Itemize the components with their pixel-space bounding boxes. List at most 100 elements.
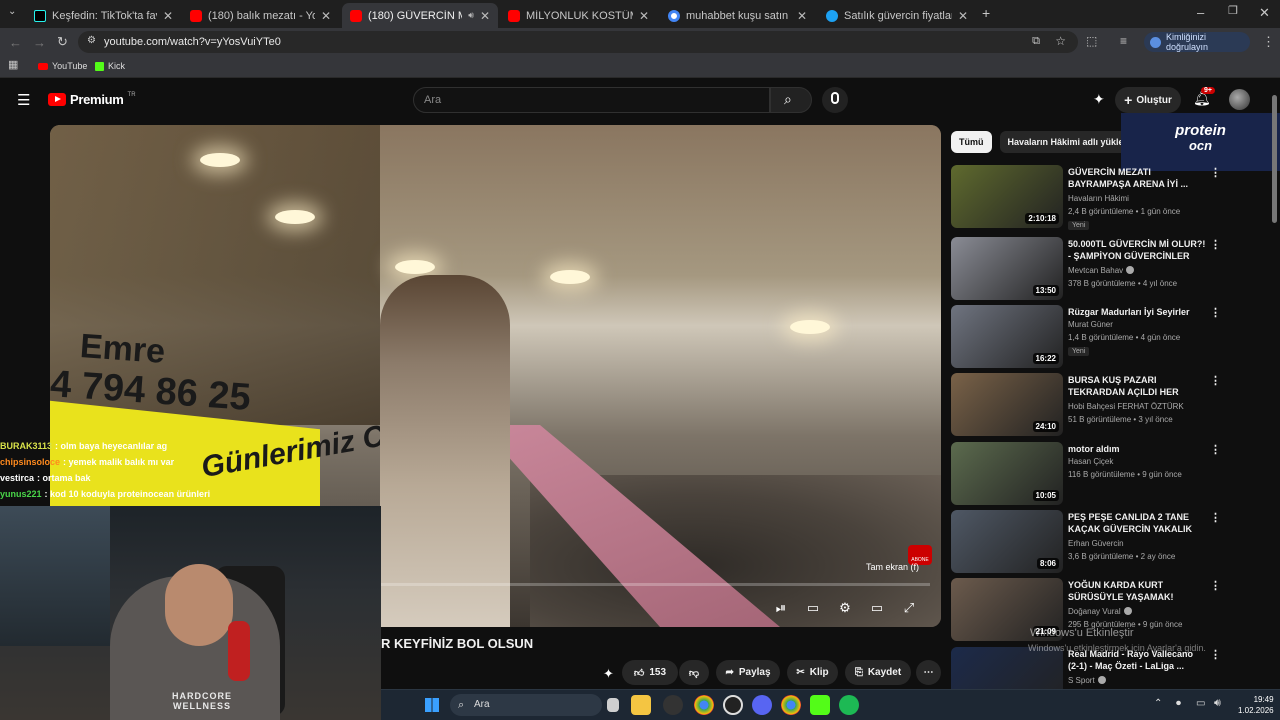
apps-grid-icon[interactable]: ▦ xyxy=(8,60,18,71)
create-button[interactable]: + Oluştur xyxy=(1115,87,1181,113)
cast-icon[interactable]: ⧉ xyxy=(1032,35,1040,48)
spotify-icon[interactable] xyxy=(839,695,859,715)
channel-name[interactable]: Hobi Bahçesi FERHAT ÖZTÜRK xyxy=(1068,402,1184,411)
video-thumbnail[interactable]: 2:10:18 xyxy=(951,165,1063,228)
video-options-icon[interactable]: ⋮ xyxy=(1210,511,1221,524)
browser-tab[interactable]: Keşfedin: TikTok'ta favori videol ✕ xyxy=(26,3,181,28)
address-bar[interactable]: ⚙ youtube.com/watch?v=yYosVuiYTe0 ⧉ ☆ xyxy=(78,31,1078,53)
recommended-video[interactable]: 16:22 Rüzgar Madurları İyi Seyirler Murat … xyxy=(951,305,1231,369)
channel-name[interactable]: Murat Güner xyxy=(1068,320,1113,329)
video-title[interactable]: 50.000TL GÜVERCİN Mİ OLUR?! - ŞAMPİYON G… xyxy=(1068,238,1206,262)
close-tab-icon[interactable]: ✕ xyxy=(639,9,649,23)
browser-tab[interactable]: (180) GÜVERCİN MEZATI BA 🔊︎ ✕ xyxy=(342,3,498,28)
recommended-video[interactable]: 8:06 PEŞ PEŞE CANLIDA 2 TANE KAÇAK GÜVERC… xyxy=(951,510,1231,574)
back-icon[interactable]: ← xyxy=(9,36,22,49)
chip-channel[interactable]: Havaların Hâkimi adlı yükley xyxy=(999,131,1137,153)
close-tab-icon[interactable]: ✕ xyxy=(163,9,173,23)
video-title[interactable]: motor aldım xyxy=(1068,443,1206,455)
close-tab-icon[interactable]: ✕ xyxy=(321,9,331,23)
voice-search-button[interactable] xyxy=(822,87,848,113)
video-title[interactable]: BURSA KUŞ PAZARI TEKRARDAN AÇILDI HER İL… xyxy=(1068,374,1206,398)
autoplay-toggle-icon[interactable]: ⏯ xyxy=(770,599,792,617)
forward-icon[interactable]: → xyxy=(33,36,46,49)
close-tab-icon[interactable]: ✕ xyxy=(797,9,807,23)
premium-gift-icon[interactable]: ✦ xyxy=(1093,91,1105,108)
reload-icon[interactable]: ↻ xyxy=(57,35,68,48)
reading-list-icon[interactable]: ≡ xyxy=(1120,35,1127,47)
video-thumbnail[interactable]: 16:22 xyxy=(951,305,1063,368)
gift-icon[interactable]: ✦ xyxy=(603,666,614,682)
channel-name[interactable]: Mevtcan Bahav xyxy=(1068,266,1135,275)
windows-start-icon[interactable] xyxy=(425,698,439,712)
video-title[interactable]: GÜVERCİN MEZATI BAYRAMPAŞA ARENA İYİ ... xyxy=(1068,166,1206,190)
browser-tab[interactable]: Satılık güvercin fiyatları ve çeşit ✕ xyxy=(818,3,976,28)
video-progress-bar[interactable] xyxy=(380,583,930,586)
video-options-icon[interactable]: ⋮ xyxy=(1210,166,1221,179)
search-button[interactable]: ⌕ xyxy=(770,87,812,113)
settings-gear-icon[interactable]: ⚙ xyxy=(834,599,856,617)
chrome-icon[interactable] xyxy=(694,695,714,715)
clip-button[interactable]: ✂ Klip xyxy=(787,660,838,685)
browser-tab[interactable]: MİLYONLUK KOSTÜM GÜVERCİ ✕ xyxy=(500,3,657,28)
scrollbar-thumb[interactable] xyxy=(1272,95,1277,223)
bookmark-kick[interactable]: Kick xyxy=(95,61,125,71)
video-thumbnail[interactable]: 24:10 xyxy=(951,373,1063,436)
taskbar-search[interactable]: ⌕ Ara xyxy=(450,694,602,716)
channel-name[interactable]: Hasan Çiçek xyxy=(1068,457,1113,466)
subtitles-icon[interactable]: ▭ xyxy=(802,599,824,617)
tray-volume-icon[interactable]: 🔊︎ xyxy=(1214,697,1221,710)
tray-chevron-icon[interactable]: ⌃ xyxy=(1154,698,1162,709)
dislike-button[interactable]: 👎︎ xyxy=(679,660,709,685)
video-options-icon[interactable]: ⋮ xyxy=(1210,648,1221,661)
discord-icon[interactable] xyxy=(752,695,772,715)
close-tab-icon[interactable]: ✕ xyxy=(958,9,968,23)
browser-tab[interactable]: (180) balık mezatı - YouTube ✕ xyxy=(182,3,339,28)
extensions-icon[interactable]: ⬚ xyxy=(1086,35,1097,47)
maximize-icon[interactable]: ❐ xyxy=(1228,6,1238,17)
file-explorer-icon[interactable] xyxy=(631,695,651,715)
taskbar-clock[interactable]: 19:49 1.02.2026 xyxy=(1238,694,1274,716)
notifications-button[interactable]: 🔔︎ 9+ xyxy=(1193,87,1215,110)
channel-name[interactable]: Doğanay Vural xyxy=(1068,607,1132,616)
share-button[interactable]: ➦ Paylaş xyxy=(716,660,780,685)
like-button[interactable]: 👍︎ 153 xyxy=(622,660,678,685)
audio-playing-icon[interactable]: 🔊︎ xyxy=(468,10,474,21)
channel-name[interactable]: Havaların Hâkimi xyxy=(1068,194,1129,203)
video-thumbnail[interactable]: 10:05 xyxy=(951,442,1063,505)
browser-tab[interactable]: muhabbet kuşu satın al - Googl ✕ xyxy=(660,3,815,28)
theater-mode-icon[interactable]: ▭ xyxy=(866,599,888,617)
video-title[interactable]: PEŞ PEŞE CANLIDA 2 TANE KAÇAK GÜVERCİN Y… xyxy=(1068,511,1206,535)
video-options-icon[interactable]: ⋮ xyxy=(1210,306,1221,319)
video-options-icon[interactable]: ⋮ xyxy=(1210,579,1221,592)
chrome-profile-icon[interactable] xyxy=(781,695,801,715)
save-button[interactable]: ⎘ Kaydet xyxy=(845,660,911,685)
site-info-icon[interactable]: ⚙ xyxy=(87,35,96,46)
youtube-logo[interactable]: Premium TR xyxy=(48,92,136,107)
hamburger-menu-icon[interactable]: ☰ xyxy=(17,91,30,109)
chip-all[interactable]: Tümü xyxy=(951,131,992,153)
bookmark-youtube[interactable]: YouTube xyxy=(38,61,87,71)
chatgpt-icon[interactable] xyxy=(723,695,743,715)
task-view-icon[interactable] xyxy=(607,698,619,712)
channel-name[interactable]: Erhan Güvercin xyxy=(1068,539,1124,548)
account-avatar[interactable] xyxy=(1229,89,1250,110)
video-title[interactable]: Rüzgar Madurları İyi Seyirler xyxy=(1068,306,1206,318)
video-title[interactable]: YOĞUN KARDA KURT SÜRÜSÜYLE YAŞAMAK! xyxy=(1068,579,1206,603)
video-thumbnail[interactable]: 8:06 xyxy=(951,510,1063,573)
close-tab-icon[interactable]: ✕ xyxy=(480,9,490,23)
more-actions-button[interactable]: ⋯ xyxy=(916,660,941,685)
kick-app-icon[interactable] xyxy=(810,695,830,715)
browser-menu-icon[interactable]: ⋮ xyxy=(1262,35,1275,48)
tab-search-icon[interactable]: ⌄ xyxy=(8,7,16,17)
recommended-video[interactable]: 10:05 motor aldım Hasan Çiçek 116 B görüntü… xyxy=(951,442,1231,506)
fullscreen-icon[interactable]: ⤢ xyxy=(898,599,920,617)
search-input[interactable]: Ara xyxy=(413,87,770,113)
new-tab-icon[interactable]: + xyxy=(982,6,990,20)
channel-name[interactable]: S Sport xyxy=(1068,676,1106,685)
bookmark-star-icon[interactable]: ☆ xyxy=(1055,34,1066,48)
video-thumbnail[interactable]: 13:50 xyxy=(951,237,1063,300)
recommended-video[interactable]: 13:50 50.000TL GÜVERCİN Mİ OLUR?! - ŞAMPİ… xyxy=(951,237,1231,301)
minimize-icon[interactable]: – xyxy=(1197,6,1204,19)
close-window-icon[interactable]: ✕ xyxy=(1259,6,1270,19)
video-options-icon[interactable]: ⋮ xyxy=(1210,443,1221,456)
